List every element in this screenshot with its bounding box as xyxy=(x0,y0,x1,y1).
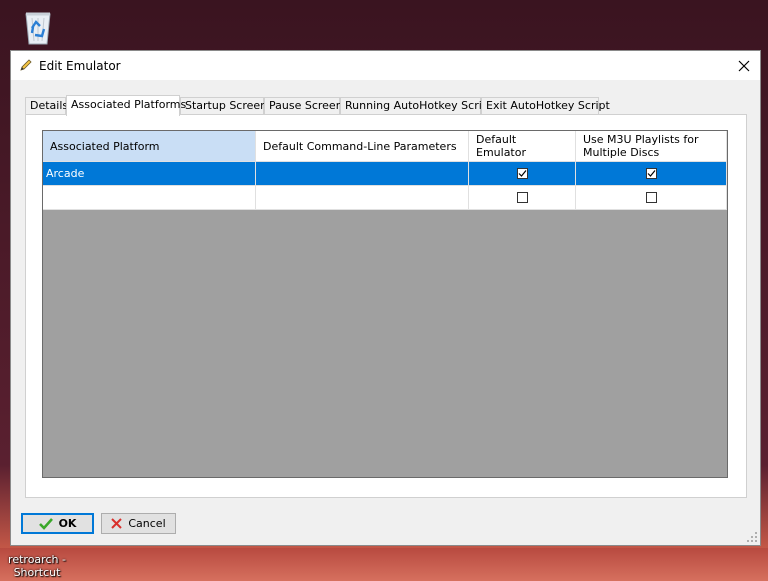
cancel-label: Cancel xyxy=(128,517,166,530)
ok-label: OK xyxy=(58,517,77,530)
params-cell[interactable] xyxy=(256,186,469,210)
shortcut-label-line2: Shortcut xyxy=(13,566,61,579)
x-icon xyxy=(111,518,123,529)
tab-exit-autohotkey-script[interactable]: Exit AutoHotkey Script xyxy=(481,97,610,115)
desktop-shortcut-label[interactable]: retroarch - Shortcut xyxy=(2,553,72,579)
table-row[interactable]: Arcade xyxy=(43,162,727,186)
platforms-grid[interactable]: Associated Platform Default Command-Line… xyxy=(42,130,728,478)
checkmark-icon xyxy=(38,517,53,530)
column-header-command-line-parameters[interactable]: Default Command-Line Parameters xyxy=(256,131,469,162)
desktop-background xyxy=(0,548,768,581)
default-emulator-cell xyxy=(469,186,576,210)
pencil-icon xyxy=(19,58,33,72)
dialog-title: Edit Emulator xyxy=(39,59,121,73)
use-m3u-checkbox[interactable] xyxy=(645,192,657,203)
close-button[interactable] xyxy=(728,51,760,80)
column-header-default-emulator[interactable]: Default Emulator xyxy=(469,131,576,162)
params-cell[interactable] xyxy=(256,162,469,186)
resize-grip[interactable] xyxy=(746,531,758,543)
ok-button[interactable]: OK xyxy=(21,513,94,534)
edit-emulator-dialog: Edit Emulator Details Associated Platfor… xyxy=(10,50,761,546)
tab-associated-platforms[interactable]: Associated Platforms xyxy=(66,95,186,116)
checkmark-icon xyxy=(647,170,655,177)
column-header-associated-platform[interactable]: Associated Platform xyxy=(43,131,256,162)
tab-running-autohotkey-script[interactable]: Running AutoHotkey Script xyxy=(340,97,493,115)
use-m3u-cell xyxy=(576,186,727,210)
cancel-button[interactable]: Cancel xyxy=(101,513,176,534)
table-row[interactable] xyxy=(43,186,727,210)
grid-header: Associated Platform Default Command-Line… xyxy=(43,131,727,162)
use-m3u-cell xyxy=(576,162,727,186)
checkmark-icon xyxy=(518,170,526,177)
title-bar[interactable]: Edit Emulator xyxy=(11,51,760,80)
column-header-use-m3u-playlists[interactable]: Use M3U Playlists for Multiple Discs xyxy=(576,131,727,162)
tab-pause-screen[interactable]: Pause Screen xyxy=(264,97,343,115)
tab-details[interactable]: Details xyxy=(25,97,68,115)
default-emulator-cell xyxy=(469,162,576,186)
platform-cell[interactable] xyxy=(43,186,256,210)
default-emulator-checkbox[interactable] xyxy=(516,168,528,179)
associated-platforms-panel: Associated Platform Default Command-Line… xyxy=(25,114,747,498)
shortcut-label-line1: retroarch - xyxy=(8,553,66,566)
platform-cell[interactable]: Arcade xyxy=(43,162,256,186)
tab-startup-screen[interactable]: Startup Screen xyxy=(180,97,267,115)
use-m3u-checkbox[interactable] xyxy=(645,168,657,179)
recycle-bin-icon[interactable] xyxy=(18,6,58,46)
close-icon xyxy=(738,60,750,71)
default-emulator-checkbox[interactable] xyxy=(516,192,528,203)
